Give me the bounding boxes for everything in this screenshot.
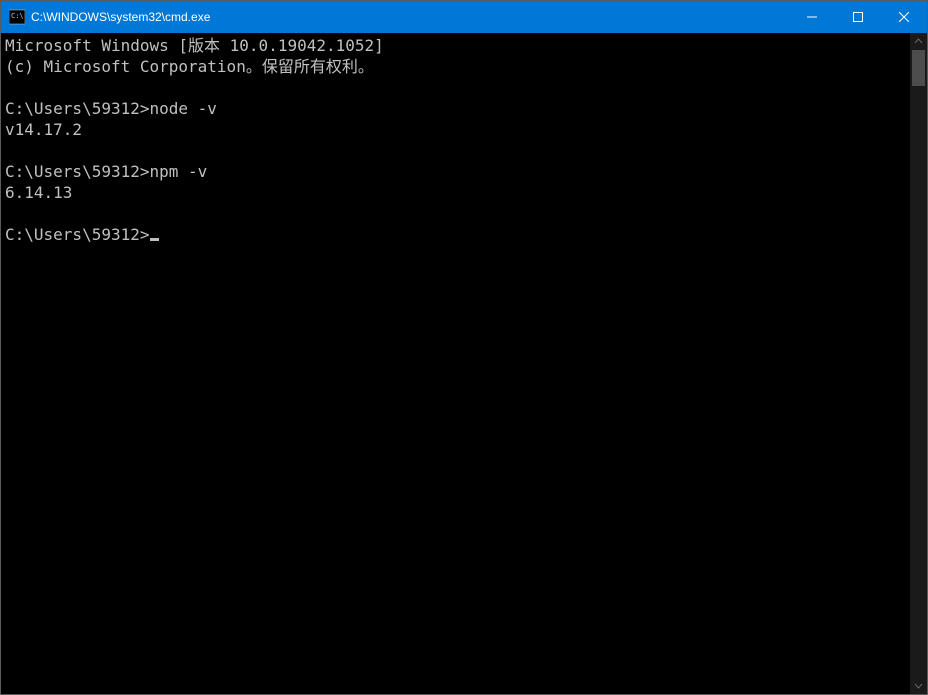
- scrollbar-up-button[interactable]: [910, 33, 927, 50]
- chevron-up-icon: [914, 37, 923, 46]
- maximize-button[interactable]: [835, 1, 881, 33]
- copyright-line: (c) Microsoft Corporation。保留所有权利。: [5, 56, 910, 77]
- blank-line: [5, 140, 910, 161]
- command-text: npm -v: [150, 162, 208, 181]
- chevron-down-icon: [914, 681, 923, 690]
- prompt: C:\Users\59312>: [5, 225, 150, 244]
- close-icon: [899, 12, 909, 22]
- window-controls: [789, 1, 927, 33]
- close-button[interactable]: [881, 1, 927, 33]
- command-line: C:\Users\59312>node -v: [5, 98, 910, 119]
- blank-line: [5, 203, 910, 224]
- vertical-scrollbar[interactable]: [910, 33, 927, 694]
- prompt: C:\Users\59312>: [5, 162, 150, 181]
- output-line: v14.17.2: [5, 119, 910, 140]
- minimize-icon: [807, 12, 817, 22]
- scrollbar-thumb[interactable]: [912, 50, 925, 86]
- command-text: node -v: [150, 99, 217, 118]
- header-line: Microsoft Windows [版本 10.0.19042.1052]: [5, 35, 910, 56]
- current-prompt-line: C:\Users\59312>: [5, 224, 910, 245]
- blank-line: [5, 77, 910, 98]
- scrollbar-down-button[interactable]: [910, 677, 927, 694]
- maximize-icon: [853, 12, 863, 22]
- cursor: [150, 238, 159, 241]
- minimize-button[interactable]: [789, 1, 835, 33]
- command-line: C:\Users\59312>npm -v: [5, 161, 910, 182]
- window-titlebar[interactable]: C:\ _ C:\WINDOWS\system32\cmd.exe: [1, 1, 927, 33]
- prompt: C:\Users\59312>: [5, 99, 150, 118]
- terminal-output[interactable]: Microsoft Windows [版本 10.0.19042.1052](c…: [1, 33, 910, 694]
- window-title: C:\WINDOWS\system32\cmd.exe: [31, 10, 789, 24]
- output-line: 6.14.13: [5, 182, 910, 203]
- cmd-icon: C:\ _: [9, 9, 25, 25]
